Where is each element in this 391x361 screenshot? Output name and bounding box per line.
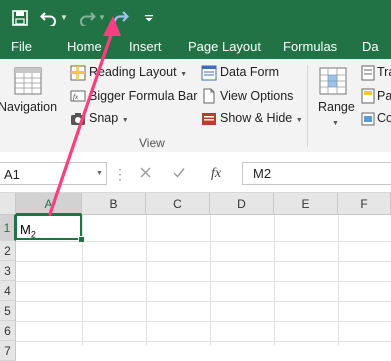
view-options-icon: [201, 88, 217, 107]
redo-dropdown-icon: ▼: [98, 13, 106, 22]
formula-buttons: fx: [128, 162, 236, 185]
gridline: [338, 215, 339, 345]
row-header-3[interactable]: 3: [0, 261, 16, 281]
comment-button[interactable]: Co: [377, 111, 391, 125]
name-box-value: A1: [4, 167, 20, 182]
camera-icon: [70, 111, 86, 130]
quick-access-toolbar: ▼ ▼: [0, 0, 391, 35]
row-header-2[interactable]: 2: [0, 241, 16, 261]
reading-layout-button[interactable]: Reading Layout ▼: [89, 65, 187, 79]
active-cell-border: [15, 214, 82, 240]
bigger-formula-bar-icon: fx: [70, 88, 86, 107]
snap-label: Snap: [89, 111, 119, 125]
track-changes-button[interactable]: Tra: [377, 65, 391, 79]
navigation-button[interactable]: Navigation: [0, 100, 57, 114]
tab-file[interactable]: File: [11, 35, 32, 59]
data-form-button[interactable]: Data Form: [220, 65, 279, 79]
ribbon-view-tab: Navigation Reading Layout ▼ fx Bigger Fo…: [0, 59, 391, 153]
tab-data[interactable]: Da: [362, 35, 379, 59]
group-label-view: View: [139, 136, 165, 150]
insert-function-button[interactable]: fx: [196, 166, 236, 182]
tab-home[interactable]: Home: [67, 35, 102, 59]
range-icon: [319, 67, 347, 98]
name-box-dropdown-icon[interactable]: ▼: [96, 170, 103, 177]
reading-layout-icon: [70, 65, 86, 84]
svg-text:fx: fx: [73, 93, 79, 101]
gridline: [16, 321, 391, 322]
enter-icon[interactable]: [162, 167, 196, 181]
formula-value: M2: [253, 166, 272, 181]
redo-icon[interactable]: [110, 0, 132, 35]
show-hide-label: Show & Hide: [220, 111, 293, 125]
redo-disabled-icon: [76, 0, 98, 35]
row-header-7[interactable]: 7: [0, 341, 16, 361]
customize-toolbar-icon[interactable]: [142, 0, 156, 35]
tab-formulas[interactable]: Formulas: [283, 35, 337, 59]
row-header-6[interactable]: 6: [0, 321, 16, 341]
page-icon: [361, 88, 375, 107]
range-button[interactable]: Range: [318, 100, 355, 114]
save-icon[interactable]: [9, 0, 31, 35]
chevron-down-icon: ▼: [180, 71, 187, 78]
column-header-f[interactable]: F: [338, 193, 391, 215]
chevron-down-icon: ▼: [332, 120, 339, 127]
column-header-a[interactable]: A: [16, 193, 82, 215]
gridline: [16, 241, 391, 242]
gridline: [16, 261, 391, 262]
navigation-icon: [14, 67, 42, 98]
gridline: [16, 301, 391, 302]
page-button[interactable]: Pa: [377, 89, 391, 103]
tab-insert[interactable]: Insert: [129, 35, 162, 59]
snap-button[interactable]: Snap ▼: [89, 111, 129, 125]
track-changes-icon: [361, 65, 375, 84]
group-separator: [307, 65, 308, 147]
gridline: [16, 281, 391, 282]
select-all-corner[interactable]: [0, 193, 16, 215]
fill-handle[interactable]: [78, 236, 85, 243]
chevron-down-icon: ▼: [121, 117, 129, 124]
ribbon-tabs: File Home Insert Page Layout Formulas Da: [0, 35, 391, 59]
column-header-b[interactable]: B: [82, 193, 146, 215]
cancel-icon[interactable]: [128, 167, 162, 181]
row-header-4[interactable]: 4: [0, 281, 16, 301]
formula-input[interactable]: M2: [242, 162, 391, 185]
column-header-c[interactable]: C: [146, 193, 210, 215]
comment-icon: [361, 111, 375, 130]
name-box[interactable]: A1: [0, 162, 107, 185]
gridline: [210, 215, 211, 345]
column-header-d[interactable]: D: [210, 193, 274, 215]
gridline: [82, 215, 83, 345]
grip-icon: ⋮: [113, 166, 127, 182]
view-options-button[interactable]: View Options: [220, 89, 293, 103]
formula-bar: A1 ▼ ⋮ fx M2: [0, 152, 391, 193]
data-form-icon: [201, 65, 217, 84]
show-hide-icon: [201, 111, 217, 130]
reading-layout-label: Reading Layout: [89, 65, 177, 79]
row-header-5[interactable]: 5: [0, 301, 16, 321]
bigger-formula-bar-button[interactable]: Bigger Formula Bar: [89, 89, 197, 103]
undo-dropdown-icon[interactable]: ▼: [60, 0, 68, 35]
row-header-1[interactable]: 1: [0, 215, 16, 241]
chevron-down-icon: ▼: [295, 117, 303, 124]
show-hide-button[interactable]: Show & Hide ▼: [220, 111, 303, 125]
gridline: [16, 341, 391, 342]
gridline: [274, 215, 275, 345]
undo-icon[interactable]: [38, 0, 60, 35]
gridline: [146, 215, 147, 345]
column-header-e[interactable]: E: [274, 193, 338, 215]
tab-page-layout[interactable]: Page Layout: [188, 35, 261, 59]
